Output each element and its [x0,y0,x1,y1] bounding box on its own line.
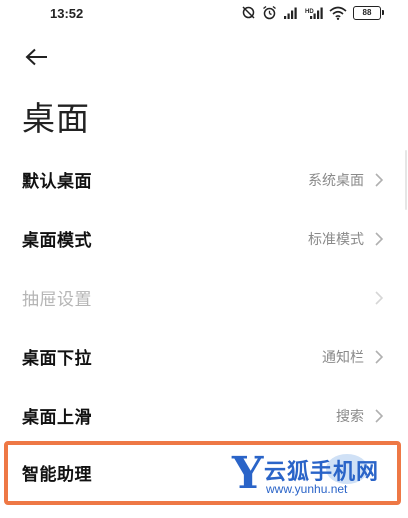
row-label: 抽屉设置 [22,290,92,310]
desktop-pull-down-row[interactable]: 桌面下拉 通知栏 [0,327,408,386]
back-button[interactable] [22,44,52,70]
chevron-right-icon [375,172,384,187]
wifi-icon [329,6,347,20]
row-label: 桌面上滑 [22,408,92,428]
watermark-logo: Y 云狐手机网 www.yunhu.net [230,448,390,504]
svg-text:HD: HD [305,9,314,15]
desktop-mode-row[interactable]: 桌面模式 标准模式 [0,209,408,268]
status-time: 13:52 [50,6,84,21]
row-label: 桌面模式 [22,231,92,251]
drawer-settings-row[interactable]: 抽屉设置 [0,268,408,327]
default-desktop-row[interactable]: 默认桌面 系统桌面 [0,150,408,209]
row-value: 通知栏 [322,349,364,366]
signal-icon [284,7,297,19]
chevron-right-icon [375,231,384,246]
signal-2-icon: HD [305,7,323,19]
row-value: 标准模式 [308,231,364,248]
battery-level: 88 [353,5,381,20]
chevron-right-icon [375,290,384,305]
back-arrow-icon [25,48,47,66]
row-label: 桌面下拉 [22,349,92,369]
watermark-url: www.yunhu.net [266,482,348,496]
chevron-right-icon [375,349,384,364]
desktop-swipe-up-row[interactable]: 桌面上滑 搜索 [0,386,408,445]
chevron-right-icon [375,408,384,423]
alarm-icon [263,5,276,20]
page-title: 桌面 [22,99,90,138]
battery-icon: 88 [353,5,384,20]
status-bar: 13:52 HD 88 [0,0,408,34]
status-icons: HD 88 [241,5,384,20]
row-value: 系统桌面 [308,172,364,189]
settings-list: 默认桌面 系统桌面 桌面模式 标准模式 抽屉设置 桌面下拉 通知栏 桌面上滑 搜… [0,150,408,445]
watermark-letter: Y [232,448,264,499]
row-label: 智能助理 [22,465,92,485]
do-not-disturb-icon [242,6,255,19]
row-value: 搜索 [336,408,364,425]
row-label: 默认桌面 [22,172,92,192]
